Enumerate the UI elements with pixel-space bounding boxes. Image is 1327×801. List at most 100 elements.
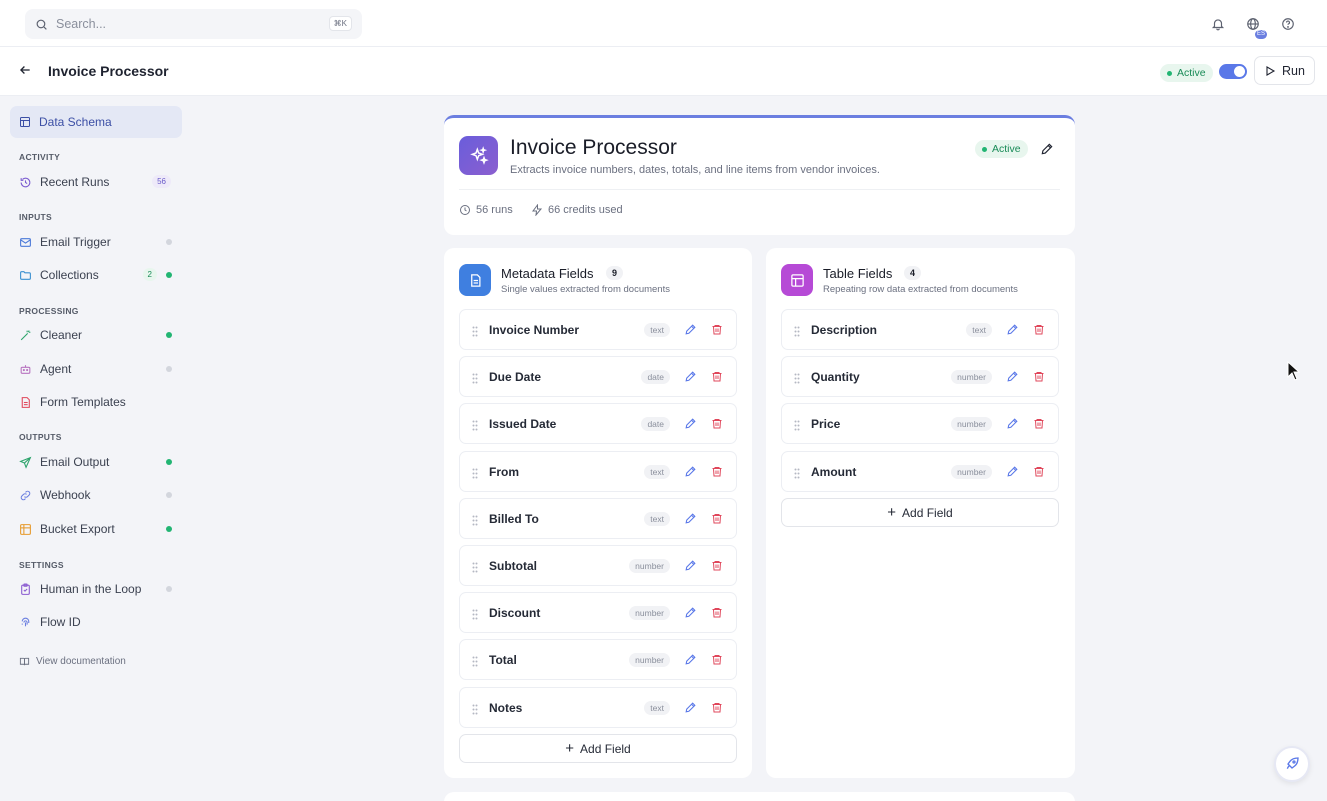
sidebar-item-collections[interactable]: Collections 2 [19,265,179,285]
drag-handle-icon[interactable] [472,418,478,436]
magic-wand-icon [20,329,31,340]
globe-icon[interactable]: ES [1243,14,1267,39]
sidebar-item-email-trigger[interactable]: Email Trigger [19,232,179,252]
rocket-launch-button[interactable] [1274,746,1310,782]
sidebar-item-label: Recent Runs [40,175,110,189]
edit-pencil-icon[interactable] [684,512,697,530]
sidebar-item-cleaner[interactable]: Cleaner [19,325,179,345]
drag-handle-icon[interactable] [794,324,800,342]
add-table-field-button[interactable]: + Add Field [781,498,1059,527]
drag-handle-icon[interactable] [472,607,478,625]
edit-pencil-icon[interactable] [1006,417,1019,435]
status-dot [166,366,172,372]
edit-pencil-icon[interactable] [1006,323,1019,341]
drag-handle-icon[interactable] [472,371,478,389]
sidebar-item-agent[interactable]: Agent [19,359,179,379]
bell-icon[interactable] [1208,14,1228,34]
edit-pencil-icon[interactable] [684,465,697,483]
field-row[interactable]: Invoice Number text [459,309,737,350]
field-row[interactable]: Due Date date [459,356,737,398]
status-badge: Active [1160,64,1213,82]
drag-handle-icon[interactable] [472,560,478,578]
field-row[interactable]: Quantity number [781,356,1059,398]
field-row[interactable]: Price number [781,403,1059,445]
sidebar-item-flow-id[interactable]: Flow ID [19,612,179,632]
field-row[interactable]: Notes text [459,686,737,728]
run-button[interactable]: Run [1254,56,1315,85]
edit-pencil-icon[interactable] [684,606,697,624]
active-toggle[interactable] [1219,64,1247,79]
field-name: Total [489,653,517,668]
field-row[interactable]: Discount number [459,592,737,634]
mouse-cursor-icon [1287,360,1301,386]
sidebar-item-webhook[interactable]: Webhook [19,485,179,505]
table-icon [20,117,30,127]
field-row[interactable]: Issued Date date [459,403,737,445]
sparkles-icon [459,136,498,175]
drag-handle-icon[interactable] [472,654,478,672]
trash-icon[interactable] [1033,323,1045,341]
runs-count-badge: 56 [152,175,171,188]
edit-pencil-icon[interactable] [684,323,697,341]
add-field-label: Add Field [902,505,953,520]
trash-icon[interactable] [711,606,723,624]
drag-handle-icon[interactable] [794,371,800,389]
trash-icon[interactable] [711,323,723,341]
edit-pencil-icon[interactable] [684,417,697,435]
sidebar-item-label: Agent [40,362,72,376]
sidebar-item-email-output[interactable]: Email Output [19,452,179,472]
edit-pencil-icon[interactable] [1040,142,1054,161]
credits-used: 66 credits used [548,204,623,216]
field-row[interactable]: Description text [781,309,1059,350]
trash-icon[interactable] [711,417,723,435]
drag-handle-icon[interactable] [794,418,800,436]
page-title: Invoice Processor [48,63,169,79]
drag-handle-icon[interactable] [472,513,478,531]
field-row[interactable]: From text [459,450,737,492]
field-name: Due Date [489,370,542,385]
drag-handle-icon[interactable] [472,324,478,342]
field-row[interactable]: Amount number [781,450,1059,492]
search-input[interactable]: Search... ⌘K [25,9,362,39]
trash-icon[interactable] [711,370,723,388]
trash-icon[interactable] [711,701,723,719]
edit-pencil-icon[interactable] [684,559,697,577]
status-badge: Active [975,140,1028,158]
trash-icon[interactable] [711,559,723,577]
trash-icon[interactable] [711,512,723,530]
add-metadata-field-button[interactable]: + Add Field [459,734,737,763]
sidebar-item-data-schema[interactable]: Data Schema [10,106,182,138]
lightning-icon [532,204,543,216]
help-icon[interactable] [1278,14,1298,34]
trash-icon[interactable] [1033,465,1045,483]
link-icon [20,490,31,500]
view-documentation-link[interactable]: View documentation [19,656,126,667]
status-dot [166,492,172,498]
drag-handle-icon[interactable] [794,466,800,484]
drag-handle-icon[interactable] [472,466,478,484]
sidebar-item-form-templates[interactable]: Form Templates [19,392,179,412]
trash-icon[interactable] [711,465,723,483]
trash-icon[interactable] [1033,417,1045,435]
sidebar-item-recent-runs[interactable]: Recent Runs 56 [19,172,179,192]
edit-pencil-icon[interactable] [684,701,697,719]
edit-pencil-icon[interactable] [684,653,697,671]
field-row[interactable]: Total number [459,639,737,681]
edit-pencil-icon[interactable] [684,370,697,388]
edit-pencil-icon[interactable] [1006,465,1019,483]
back-arrow-icon[interactable] [18,63,32,82]
sidebar-item-human-in-loop[interactable]: Human in the Loop [19,579,179,599]
section-settings: SETTINGS [19,560,64,570]
sidebar-item-bucket-export[interactable]: Bucket Export [19,519,179,539]
edit-pencil-icon[interactable] [1006,370,1019,388]
field-name: Price [811,417,841,432]
sidebar-item-label: Human in the Loop [40,582,142,596]
sidebar-item-label: Email Output [40,455,110,469]
trash-icon[interactable] [711,653,723,671]
drag-handle-icon[interactable] [472,702,478,720]
field-row[interactable]: Subtotal number [459,545,737,586]
trash-icon[interactable] [1033,370,1045,388]
field-row[interactable]: Billed To text [459,497,737,539]
field-count-badge: 4 [904,266,922,280]
field-name: Discount [489,606,541,621]
